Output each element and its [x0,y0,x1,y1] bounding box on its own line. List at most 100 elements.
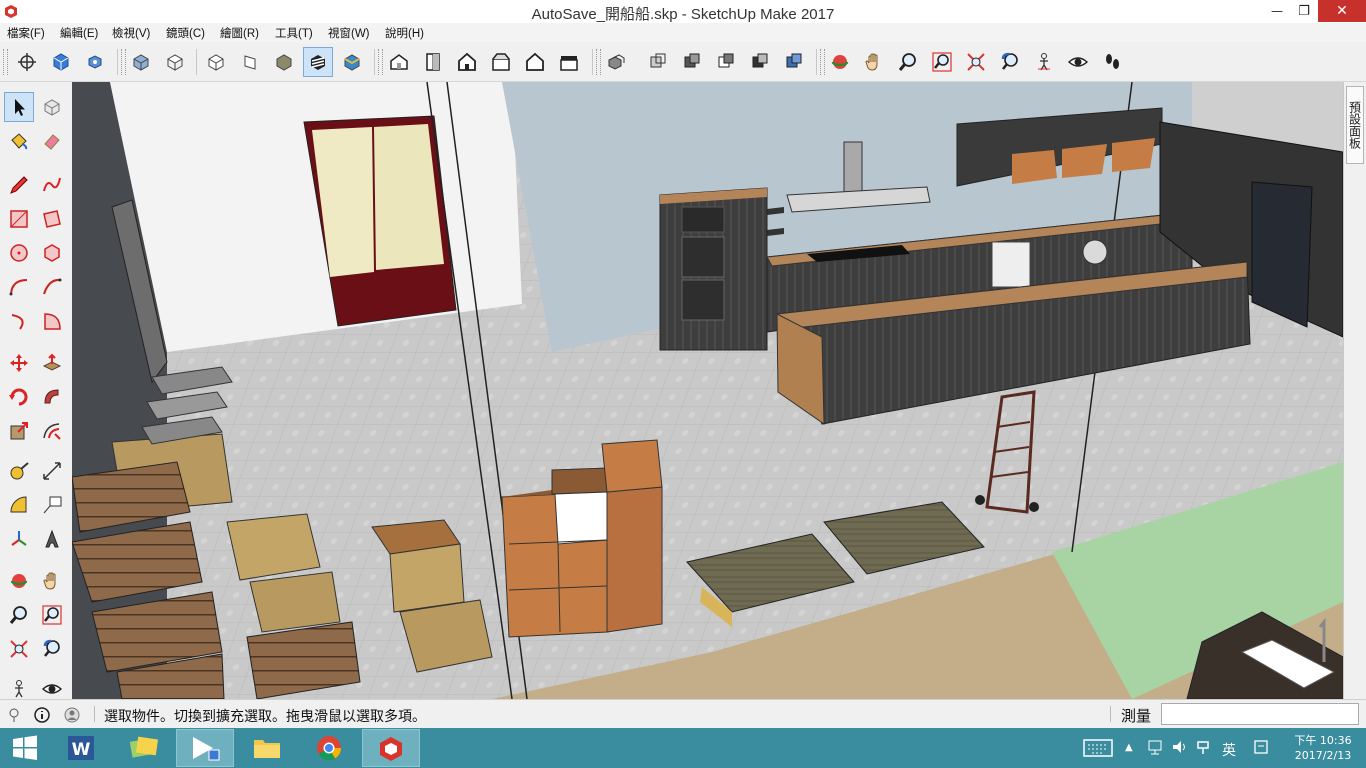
system-clock[interactable]: 下午 10:36 2017/2/13 [1285,733,1361,763]
close-button[interactable]: ✕ [1318,0,1366,22]
measurements-input[interactable] [1161,703,1359,725]
photos-icon [129,736,159,758]
walk-icon[interactable] [1097,47,1127,77]
menu-view[interactable]: 檢視(V) [112,25,150,41]
subtract-icon[interactable] [711,47,741,77]
taskbar-media-player[interactable] [176,729,234,767]
tray-tab-default[interactable]: 預設面板 [1346,86,1364,164]
geo-location-icon[interactable] [6,707,22,723]
union-icon[interactable] [677,47,707,77]
zoom-icon[interactable] [893,47,923,77]
front-view-icon[interactable] [201,47,231,77]
back-view-icon[interactable] [269,47,299,77]
zoom-window-tool-icon[interactable] [37,600,67,630]
push-pull-icon[interactable] [37,348,67,378]
action-center-icon[interactable] [1253,738,1269,760]
house-top-icon[interactable] [418,47,448,77]
right-view-icon[interactable] [235,47,265,77]
house-right-icon[interactable] [486,47,516,77]
group-icon[interactable] [80,47,110,77]
select-tool[interactable] [4,92,34,122]
zoom-tool-icon[interactable] [4,600,34,630]
menu-file[interactable]: 檔案(F) [7,25,45,41]
look-around-icon[interactable] [1063,47,1093,77]
menu-draw[interactable]: 繪圖(R) [220,25,259,41]
line-pencil-icon[interactable] [4,170,34,200]
toolbar-grip[interactable] [3,49,8,75]
model-viewport[interactable] [72,82,1343,699]
menu-bar: 檔案(F) 編輯(E) 檢視(V) 鏡頭(C) 繪圖(R) 工具(T) 視窗(W… [0,23,1366,43]
maximize-button[interactable]: ❐ [1290,0,1318,22]
previous-view-tool-icon[interactable] [37,634,67,664]
shaded-textures-icon[interactable] [303,47,333,77]
outer-shell-icon[interactable] [601,47,631,77]
menu-window[interactable]: 視窗(W) [328,25,370,41]
zoom-extents-icon[interactable] [961,47,991,77]
network-icon[interactable] [1147,738,1165,760]
volume-icon[interactable] [1171,738,1189,760]
position-camera-icon[interactable] [1029,47,1059,77]
ime-mode-icon[interactable] [1195,738,1211,760]
circle-icon[interactable] [4,238,34,268]
eraser-icon[interactable] [37,126,67,156]
house-front-icon[interactable] [452,47,482,77]
zoom-extents-tool-icon[interactable] [4,634,34,664]
rotate-icon[interactable] [4,382,34,412]
iso-view-icon[interactable] [126,47,156,77]
component-icon[interactable] [46,47,76,77]
info-icon[interactable] [34,707,50,723]
user-account-icon[interactable] [64,707,80,723]
ime-language-indicator[interactable]: 英 [1222,740,1236,760]
make-component-icon[interactable] [37,92,67,122]
house-left-icon[interactable] [554,47,584,77]
menu-tools[interactable]: 工具(T) [275,25,313,41]
move-icon[interactable] [4,348,34,378]
previous-view-icon[interactable] [995,47,1025,77]
rectangle-icon[interactable] [4,204,34,234]
house-back-icon[interactable] [520,47,550,77]
taskbar-chrome[interactable] [300,729,358,767]
orbit-icon[interactable] [825,47,855,77]
pan-tool-icon[interactable] [37,566,67,596]
refrigerator [1251,181,1313,328]
menu-help[interactable]: 說明(H) [385,25,424,41]
house-iso-icon[interactable] [384,47,414,77]
polygon-icon[interactable] [37,238,67,268]
offset-icon[interactable] [37,416,67,446]
scale-icon[interactable] [4,416,34,446]
tape-measure-icon[interactable] [4,456,34,486]
orbit-target-icon[interactable] [12,47,42,77]
freehand-icon[interactable] [37,170,67,200]
arc-icon[interactable] [4,272,34,302]
trim-icon[interactable] [745,47,775,77]
menu-camera[interactable]: 鏡頭(C) [166,25,205,41]
text-label-icon[interactable] [37,490,67,520]
paint-bucket-icon[interactable] [4,126,34,156]
dimension-icon[interactable] [37,456,67,486]
protractor-icon[interactable] [4,490,34,520]
rotated-rectangle-icon[interactable] [37,204,67,234]
three-point-arc-icon[interactable] [4,306,34,336]
menu-edit[interactable]: 編輯(E) [60,25,98,41]
axes-icon[interactable] [4,524,34,554]
taskbar-photos[interactable] [114,729,172,767]
show-hidden-icons-icon[interactable]: ▲ [1125,742,1133,753]
monochrome-icon[interactable] [337,47,367,77]
keyboard-icon[interactable] [1083,739,1113,761]
minimize-button[interactable]: — [1262,0,1292,22]
zoom-window-icon[interactable] [927,47,957,77]
start-button[interactable] [0,729,50,767]
taskbar-word[interactable]: W [52,729,110,767]
intersect-icon[interactable] [643,47,673,77]
split-icon[interactable] [779,47,809,77]
taskbar-sketchup[interactable] [362,729,420,767]
top-view-icon[interactable] [160,47,190,77]
orbit-tool-icon[interactable] [4,566,34,596]
pie-icon[interactable] [37,306,67,336]
follow-me-icon[interactable] [37,382,67,412]
taskbar-file-explorer[interactable] [238,729,296,767]
pan-icon[interactable] [859,47,889,77]
toolbar-grip[interactable] [378,49,383,75]
3d-text-icon[interactable] [37,524,67,554]
two-point-arc-icon[interactable] [37,272,67,302]
